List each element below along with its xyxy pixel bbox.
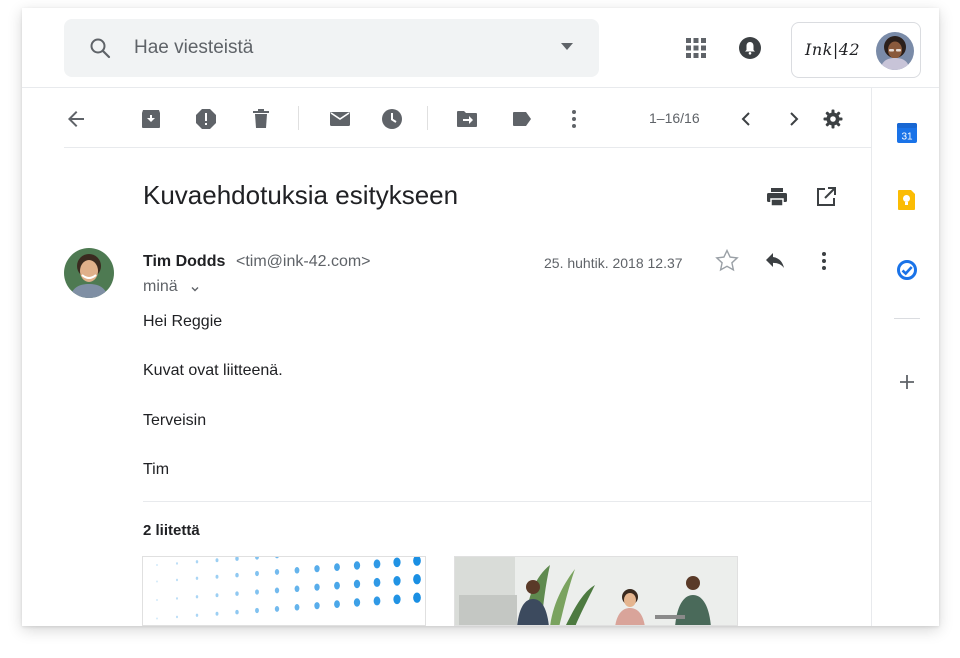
attachments-divider: [143, 501, 871, 502]
sender-email: <tim@ink-42.com>: [236, 253, 371, 270]
account-switcher[interactable]: Ink|42: [791, 22, 921, 78]
reply-icon[interactable]: [763, 249, 787, 273]
recipient-details-chevron-icon[interactable]: [189, 283, 201, 295]
mark-unread-icon[interactable]: [328, 107, 352, 131]
email-subject: Kuvaehdotuksia esitykseen: [143, 180, 459, 210]
body-paragraph: Kuvat ovat liitteenä.: [143, 362, 283, 379]
search-options-icon[interactable]: [561, 43, 573, 51]
report-spam-icon[interactable]: [194, 107, 218, 131]
archive-icon[interactable]: [139, 107, 163, 131]
star-icon[interactable]: [714, 248, 740, 274]
side-panel-divider: [894, 318, 920, 319]
tasks-icon[interactable]: [896, 259, 918, 281]
previous-icon[interactable]: [734, 107, 758, 131]
delete-icon[interactable]: [249, 107, 273, 131]
toolbar-divider: [298, 106, 299, 130]
print-icon[interactable]: [765, 185, 789, 209]
pagination-count: 1–16/16: [649, 110, 700, 126]
keep-icon[interactable]: [896, 189, 918, 211]
apps-grid-icon[interactable]: [685, 37, 707, 59]
next-icon[interactable]: [782, 107, 806, 131]
top-bar: Hae viesteistä Ink|42: [22, 8, 939, 88]
gmail-window: Hae viesteistä Ink|42 1–16/16 31 Kuvaehd…: [22, 8, 939, 626]
attachment-thumbnail-dots[interactable]: [142, 556, 426, 626]
snooze-icon[interactable]: [380, 107, 404, 131]
organization-logo: Ink|42: [805, 40, 861, 59]
calendar-day: 31: [901, 132, 913, 143]
settings-gear-icon[interactable]: [821, 107, 845, 131]
body-closing: Terveisin: [143, 412, 207, 429]
attachment-thumbnail-office[interactable]: [454, 556, 738, 626]
label-icon[interactable]: [510, 107, 534, 131]
search-input[interactable]: Hae viesteistä: [134, 37, 253, 59]
message-more-icon[interactable]: [812, 249, 836, 273]
sender-name: Tim Dodds: [143, 253, 226, 270]
calendar-icon[interactable]: 31: [896, 122, 918, 144]
toolbar-divider: [427, 106, 428, 130]
search-bar[interactable]: Hae viesteistä: [64, 19, 599, 77]
more-vert-icon[interactable]: [562, 107, 586, 131]
message-date: 25. huhtik. 2018 12.37: [544, 255, 683, 271]
attachments-title: 2 liitettä: [143, 522, 200, 539]
back-icon[interactable]: [64, 107, 88, 131]
notifications-icon[interactable]: [738, 36, 762, 60]
side-panel: 31: [871, 88, 939, 626]
move-to-icon[interactable]: [455, 107, 479, 131]
message-toolbar: 1–16/16: [64, 88, 871, 148]
open-in-new-window-icon[interactable]: [814, 185, 838, 209]
body-greeting: Hei Reggie: [143, 313, 223, 330]
add-icon[interactable]: [896, 371, 918, 393]
sender-avatar[interactable]: [64, 248, 114, 298]
recipient: minä: [143, 278, 178, 295]
body-signature: Tim: [143, 461, 170, 478]
search-icon[interactable]: [88, 36, 112, 60]
user-avatar[interactable]: [876, 32, 914, 70]
